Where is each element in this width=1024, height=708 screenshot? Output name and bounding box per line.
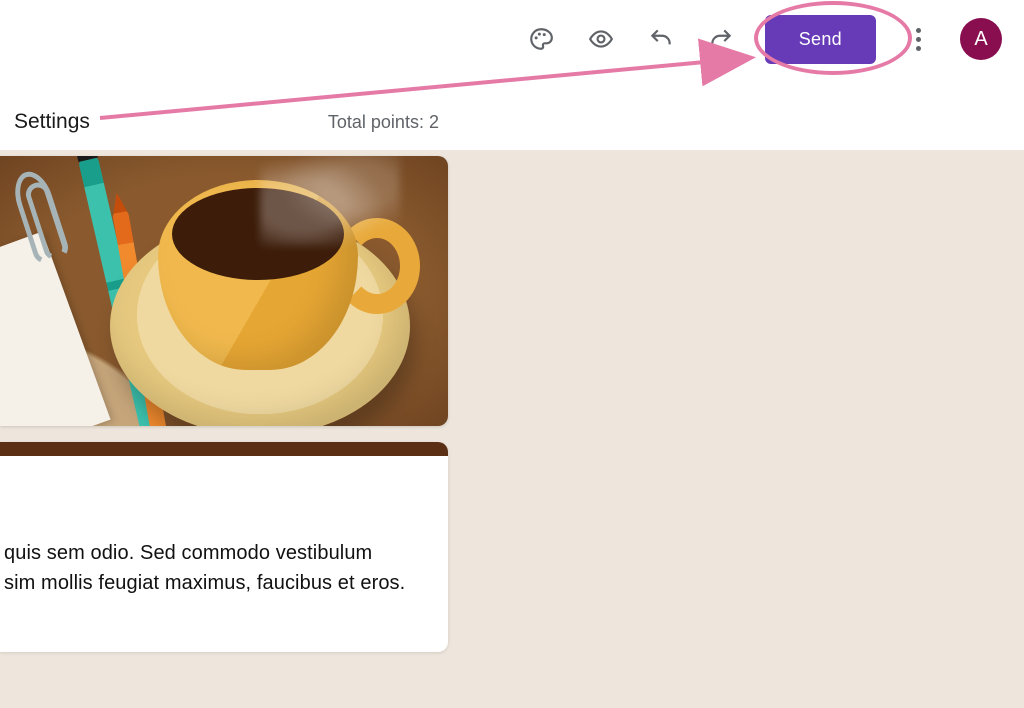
- form-canvas: quis sem odio. Sed commodo vestibulum si…: [0, 150, 1024, 708]
- eye-icon[interactable]: [585, 23, 617, 55]
- palette-icon[interactable]: [525, 23, 557, 55]
- more-icon[interactable]: [904, 19, 932, 59]
- undo-icon[interactable]: [645, 23, 677, 55]
- sub-bar: Settings Total points: 2: [0, 100, 1024, 144]
- form-title-card[interactable]: quis sem odio. Sed commodo vestibulum si…: [0, 442, 448, 652]
- illustration-steam: [260, 156, 400, 246]
- send-button[interactable]: Send: [765, 15, 876, 64]
- redo-icon[interactable]: [705, 23, 737, 55]
- avatar-initial: A: [974, 28, 987, 51]
- avatar[interactable]: A: [960, 18, 1002, 60]
- total-points-label: Total points: 2: [328, 112, 439, 133]
- form-header-image[interactable]: [0, 156, 448, 426]
- card-description-text: quis sem odio. Sed commodo vestibulum si…: [0, 538, 428, 598]
- tab-settings[interactable]: Settings: [14, 110, 90, 134]
- top-toolbar: Send A: [0, 0, 1024, 78]
- card-accent-bar: [0, 442, 448, 456]
